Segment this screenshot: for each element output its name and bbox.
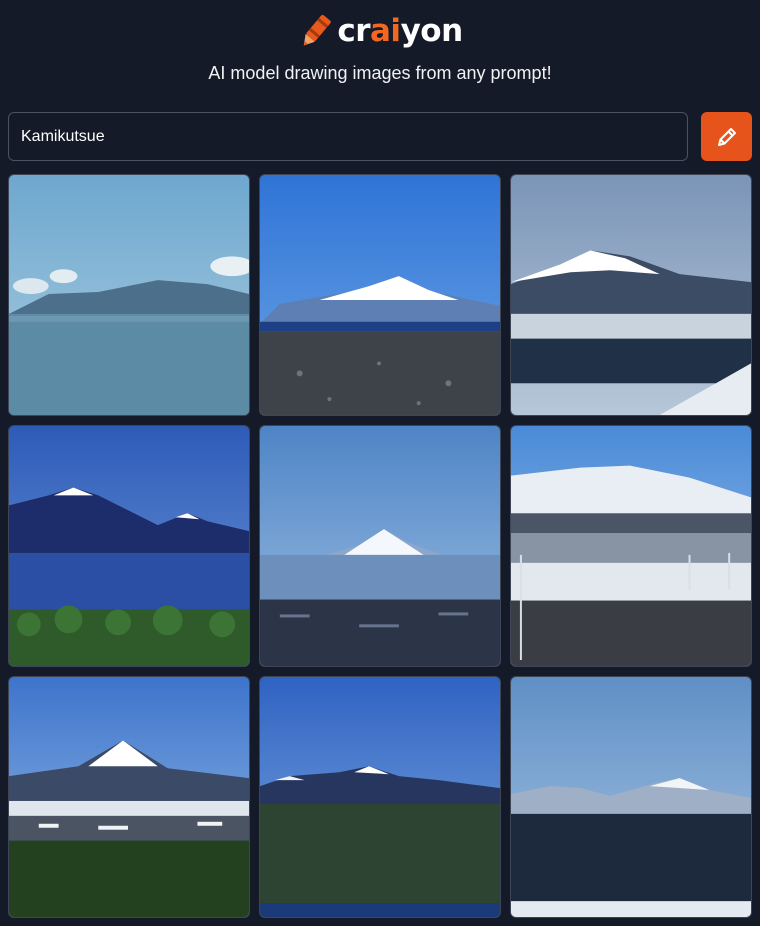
result-image-6[interactable]: [510, 425, 752, 667]
result-image-3[interactable]: [510, 174, 752, 416]
pencil-icon: [717, 127, 736, 146]
result-image-2[interactable]: [259, 174, 501, 416]
tagline: AI model drawing images from any prompt!: [208, 63, 552, 83]
result-image-4[interactable]: [8, 425, 250, 667]
result-image-5[interactable]: [259, 425, 501, 667]
result-image-9[interactable]: [510, 676, 752, 918]
header: craiyon AI model drawing images from any…: [0, 0, 760, 100]
result-image-1[interactable]: [8, 174, 250, 416]
result-image-8[interactable]: [259, 676, 501, 918]
prompt-input[interactable]: [8, 112, 688, 161]
result-image-7[interactable]: [8, 676, 250, 918]
crayon-icon: [304, 14, 332, 46]
draw-button[interactable]: [701, 112, 752, 161]
logo-text: craiyon: [337, 13, 463, 49]
logo[interactable]: craiyon: [0, 8, 760, 54]
